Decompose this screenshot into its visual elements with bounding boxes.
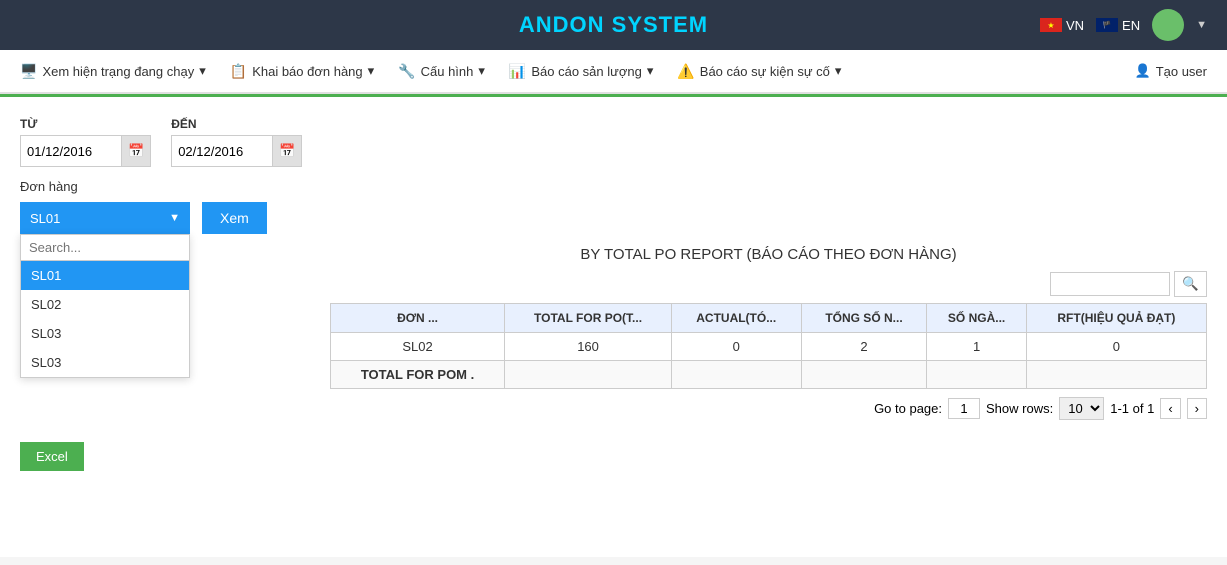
don-hang-select[interactable]: SL01 ▼ (20, 202, 190, 234)
don-hang-select-wrap: SL01 ▼ SL01 SL02 SL03 SL03 (20, 202, 190, 234)
excel-button[interactable]: Excel (20, 442, 84, 471)
cell-don-hang: SL02 (331, 333, 505, 361)
total-tong-so-val (801, 361, 927, 389)
col-so-nga: SỐ NGÀ... (927, 304, 1026, 333)
create-user-label: Tạo user (1156, 64, 1207, 79)
col-rft: RFT(HIỆU QUẢ ĐẠT) (1026, 304, 1206, 333)
nav-label-cau-hinh: Cấu hình (421, 64, 474, 79)
sidebar-item-bao-cao-su-kien[interactable]: ⚠️ Báo cáo sự kiện sự cố ▾ (667, 57, 851, 86)
table-search-input[interactable] (1050, 272, 1170, 296)
table-row: SL02 160 0 2 1 0 (331, 333, 1207, 361)
col-actual: ACTUAL(TÓ... (671, 304, 801, 333)
don-hang-group: Đơn hàng SL01 ▼ SL01 SL02 SL03 SL03 (20, 179, 190, 234)
nav-label-bao-cao-su-kien: Báo cáo sự kiện sự cố (700, 64, 830, 79)
total-actual-val (671, 361, 801, 389)
table-search-row: 🔍 (330, 271, 1207, 297)
report-title: BY TOTAL PO REPORT (BÁO CÁO THEO ĐƠN HÀN… (330, 246, 1207, 263)
from-calendar-btn[interactable]: 📅 (121, 136, 150, 166)
report-table: ĐƠN ... TOTAL FOR PO(T... ACTUAL(TÓ... T… (330, 303, 1207, 389)
lang-vn-label: VN (1066, 18, 1084, 33)
to-date-input[interactable] (172, 140, 272, 163)
from-label: TỪ (20, 117, 151, 131)
col-don-hang: ĐƠN ... (331, 304, 505, 333)
clipboard-icon: 📋 (230, 63, 247, 80)
xem-button[interactable]: Xem (202, 202, 267, 234)
rows-select[interactable]: 10 20 50 (1059, 397, 1104, 420)
to-label: ĐẾN (171, 117, 302, 131)
to-date-group: ĐẾN 📅 (171, 117, 302, 167)
nav-label-bao-cao-san-luong: Báo cáo sản lượng (531, 64, 641, 79)
excel-btn-wrap: Excel (20, 434, 1207, 471)
wrench-icon: 🔧 (398, 63, 415, 80)
avatar-dropdown-arrow[interactable]: ▼ (1196, 19, 1207, 31)
to-date-wrap: 📅 (171, 135, 302, 167)
pagination: Go to page: Show rows: 10 20 50 1-1 of 1… (330, 389, 1207, 428)
col-total-for-po: TOTAL FOR PO(T... (505, 304, 672, 333)
table-header-row: ĐƠN ... TOTAL FOR PO(T... ACTUAL(TÓ... T… (331, 304, 1207, 333)
col-tong-so: TỔNG SỐ N... (801, 304, 927, 333)
monitor-icon: 🖥️ (20, 63, 37, 80)
sidebar-item-khai-bao[interactable]: 📋 Khai báo đơn hàng ▾ (220, 57, 384, 86)
lang-vn-btn[interactable]: ★ VN (1040, 18, 1084, 33)
nav-arrow-khai-bao: ▾ (368, 63, 375, 79)
page-range-label: 1-1 of 1 (1110, 401, 1154, 416)
nav-arrow-bao-cao: ▾ (647, 63, 654, 79)
create-user-btn[interactable]: 👤 Tạo user (1125, 57, 1218, 85)
total-row: TOTAL FOR POM . (331, 361, 1207, 389)
cell-total-for-po: 160 (505, 333, 672, 361)
page-input[interactable] (948, 398, 980, 419)
main-content: TỪ 📅 ĐẾN 📅 Đơn hàng SL01 ▼ (0, 97, 1227, 557)
from-date-group: TỪ 📅 (20, 117, 151, 167)
sidebar-item-cau-hinh[interactable]: 🔧 Cấu hình ▾ (388, 57, 495, 86)
nav-label-khai-bao: Khai báo đơn hàng (252, 64, 362, 79)
cell-rft: 0 (1026, 333, 1206, 361)
cell-tong-so: 2 (801, 333, 927, 361)
show-rows-label: Show rows: (986, 401, 1053, 416)
nav-arrow-cau-hinh: ▾ (478, 63, 485, 79)
table-search-button[interactable]: 🔍 (1174, 271, 1207, 297)
don-hang-label: Đơn hàng (20, 179, 190, 194)
total-label: TOTAL FOR POM . (331, 361, 505, 389)
lang-en-label: EN (1122, 18, 1140, 33)
dropdown-item-sl03-2[interactable]: SL03 (21, 348, 189, 377)
cell-so-nga: 1 (927, 333, 1026, 361)
from-date-wrap: 📅 (20, 135, 151, 167)
from-date-input[interactable] (21, 140, 121, 163)
dropdown-item-sl02[interactable]: SL02 (21, 290, 189, 319)
dropdown-search-input[interactable] (21, 235, 189, 261)
total-rft-val (1026, 361, 1206, 389)
nav-arrow-xem: ▾ (199, 63, 206, 79)
dropdown-item-sl03-1[interactable]: SL03 (21, 319, 189, 348)
header-right: ★ VN 🏴 EN ▼ (1040, 9, 1207, 41)
total-so-nga-val (927, 361, 1026, 389)
prev-page-btn[interactable]: ‹ (1160, 398, 1180, 419)
cell-actual: 0 (671, 333, 801, 361)
don-hang-dropdown: SL01 SL02 SL03 SL03 (20, 234, 190, 378)
filter-form: TỪ 📅 ĐẾN 📅 (20, 117, 1207, 167)
dropdown-item-sl01[interactable]: SL01 (21, 261, 189, 290)
total-for-po-val (505, 361, 672, 389)
nav-arrow-su-kien: ▾ (835, 63, 842, 79)
sidebar-item-bao-cao-san-luong[interactable]: 📊 Báo cáo sản lượng ▾ (499, 57, 663, 86)
nav-label-xem: Xem hiện trạng đang chạy (42, 64, 194, 79)
go-to-page-label: Go to page: (874, 401, 942, 416)
don-hang-selected-value: SL01 (30, 211, 60, 226)
sidebar-item-xem-hien-trang[interactable]: 🖥️ Xem hiện trạng đang chạy ▾ (10, 57, 216, 86)
warning-icon: ⚠️ (677, 63, 694, 80)
to-calendar-btn[interactable]: 📅 (272, 136, 301, 166)
chart-icon: 📊 (509, 63, 526, 80)
flag-en-icon: 🏴 (1096, 18, 1118, 32)
next-page-btn[interactable]: › (1187, 398, 1207, 419)
report-section: BY TOTAL PO REPORT (BÁO CÁO THEO ĐƠN HÀN… (330, 246, 1207, 428)
app-title: ANDON SYSTEM (519, 12, 708, 38)
navbar: 🖥️ Xem hiện trạng đang chạy ▾ 📋 Khai báo… (0, 50, 1227, 94)
select-arrow-icon: ▼ (169, 212, 180, 224)
create-user-icon: 👤 (1135, 63, 1151, 79)
avatar[interactable] (1152, 9, 1184, 41)
app-header: ANDON SYSTEM ★ VN 🏴 EN ▼ (0, 0, 1227, 50)
lang-en-btn[interactable]: 🏴 EN (1096, 18, 1140, 33)
flag-vn-icon: ★ (1040, 18, 1062, 32)
